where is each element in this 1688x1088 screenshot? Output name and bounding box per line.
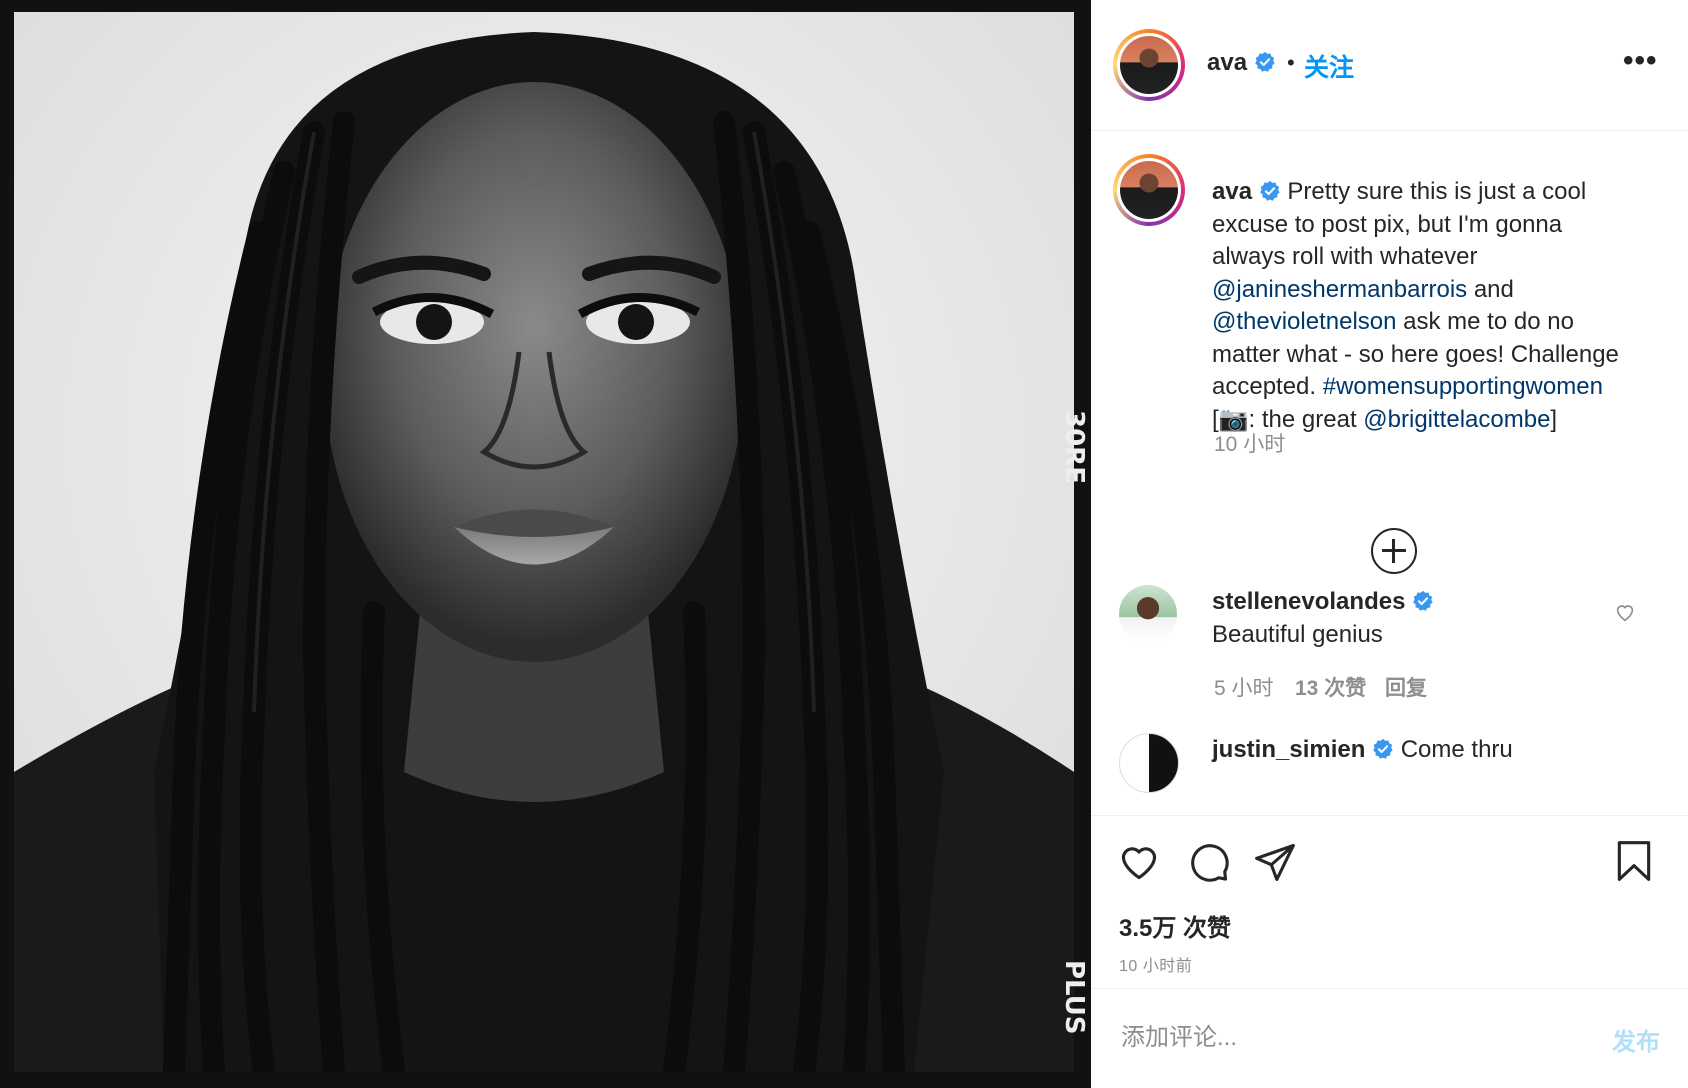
- like-heart-icon[interactable]: [1117, 840, 1161, 884]
- mention-link[interactable]: @thevioletnelson: [1212, 308, 1396, 335]
- comment-text: Beautiful genius: [1212, 620, 1383, 648]
- caption-text: and: [1467, 275, 1514, 303]
- caption-text: ]: [1550, 405, 1558, 433]
- author-username[interactable]: ava: [1207, 49, 1247, 77]
- mention-link[interactable]: @brigittelacombe: [1363, 406, 1550, 433]
- comment-text: Come thru: [1400, 736, 1513, 763]
- film-edge-text-bottom: PLUS: [1059, 960, 1089, 1035]
- portrait-illustration: [14, 12, 1074, 1072]
- share-paper-plane-icon[interactable]: [1253, 840, 1297, 884]
- caption-avatar[interactable]: [1113, 154, 1185, 226]
- comment-time: 5 小时: [1214, 677, 1274, 700]
- comment: justin_simien Come thru: [1212, 734, 1612, 767]
- post-comment-button[interactable]: 发布: [1612, 1022, 1660, 1057]
- reply-button[interactable]: 回复: [1385, 672, 1427, 702]
- author-avatar[interactable]: [1113, 29, 1185, 101]
- film-edge-text-top: 30RE: [1059, 410, 1089, 484]
- save-bookmark-icon[interactable]: [1612, 838, 1656, 884]
- post-photo[interactable]: 30RE PLUS: [0, 0, 1091, 1088]
- verified-badge-icon: [1259, 180, 1280, 201]
- separator-dot: •: [1287, 50, 1295, 75]
- follow-button[interactable]: 关注: [1304, 48, 1354, 84]
- post-header: ava • 关注 •••: [1091, 0, 1688, 131]
- commenter-avatar[interactable]: [1119, 585, 1177, 643]
- comment-bubble-icon[interactable]: [1187, 840, 1231, 884]
- comment-username[interactable]: justin_simien: [1212, 736, 1365, 763]
- mention-link[interactable]: @janineshermanbarrois: [1212, 276, 1467, 303]
- verified-badge-icon: [1373, 738, 1393, 759]
- likes-count[interactable]: 3.5万 次赞: [1119, 908, 1231, 943]
- comments-list[interactable]: ava Pretty sure this is just a cool excu…: [1091, 131, 1688, 815]
- post-time-ago: 10 小时前: [1119, 958, 1193, 975]
- comment: stellenevolandes Beautiful genius: [1212, 586, 1522, 651]
- post-actions: 3.5万 次赞 10 小时前: [1091, 815, 1688, 989]
- portrait-image: [14, 12, 1074, 1072]
- caption-time: 10 小时: [1214, 433, 1286, 456]
- load-more-comments-icon[interactable]: [1371, 528, 1417, 574]
- more-options-icon[interactable]: •••: [1623, 44, 1658, 78]
- commenter-avatar[interactable]: [1119, 733, 1179, 793]
- comment-username[interactable]: stellenevolandes: [1212, 588, 1405, 615]
- post-window: 30RE PLUS ava • 关注 ••• ava Pretty sure t…: [0, 0, 1688, 1088]
- caption-username[interactable]: ava: [1212, 178, 1252, 205]
- post-side-panel: ava • 关注 ••• ava Pretty sure this is jus…: [1091, 0, 1688, 1088]
- like-comment-heart-icon[interactable]: [1614, 601, 1636, 623]
- hashtag-link[interactable]: #womensupportingwomen: [1323, 373, 1603, 400]
- add-comment-bar: 发布: [1091, 988, 1688, 1088]
- add-comment-input[interactable]: [1119, 1012, 1563, 1064]
- post-caption: ava Pretty sure this is just a cool excu…: [1212, 176, 1642, 436]
- verified-badge-icon: [1413, 590, 1433, 611]
- comment-likes[interactable]: 13 次赞: [1295, 672, 1366, 702]
- verified-badge-icon: [1255, 51, 1275, 72]
